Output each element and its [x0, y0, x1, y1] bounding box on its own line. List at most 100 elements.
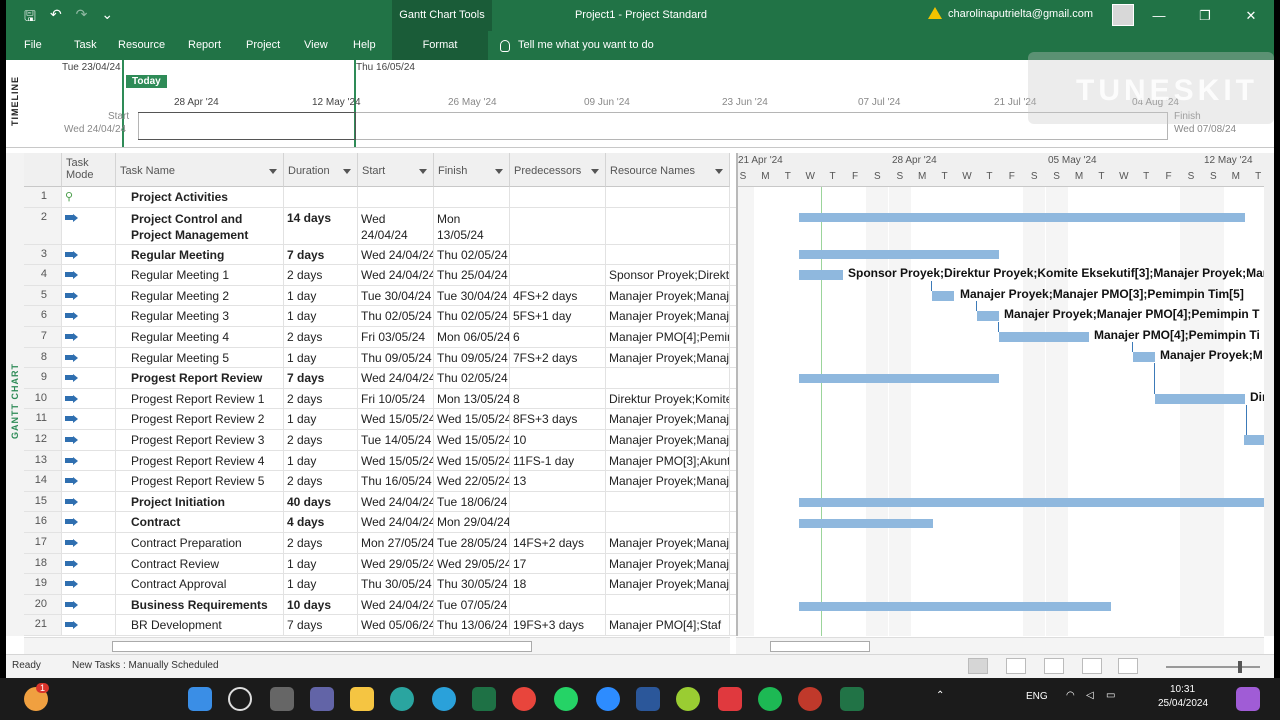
cell-name[interactable]: Progest Report Review 1	[116, 388, 284, 409]
tab-file[interactable]: File	[24, 31, 42, 60]
gantt-summary-bar[interactable]	[799, 213, 1245, 222]
spotify-icon[interactable]	[758, 687, 782, 711]
zoom-icon[interactable]	[596, 687, 620, 711]
cell-finish[interactable]: Mon 13/05/24	[434, 388, 510, 409]
cell-name[interactable]: Regular Meeting 2	[116, 285, 284, 306]
cell-finish[interactable]: Thu 09/05/24	[434, 347, 510, 368]
table-row[interactable]: 10 Progest Report Review 1 2 days Fri 10/05…	[24, 388, 748, 410]
cell-pred[interactable]	[510, 368, 606, 388]
cell-finish[interactable]: Thu 13/06/24	[434, 615, 510, 635]
cell-finish[interactable]: Thu 25/04/24	[434, 265, 510, 285]
cell-pred[interactable]	[510, 594, 606, 615]
cell-pred[interactable]: 4FS+2 days	[510, 285, 606, 306]
task-mode-cell[interactable]	[62, 574, 116, 594]
new-tasks-mode[interactable]: New Tasks : Manually Scheduled	[72, 660, 219, 671]
table-row[interactable]: 3 Regular Meeting 7 days Wed 24/04/24 Thu 02…	[24, 244, 748, 266]
header-start[interactable]: Start	[358, 153, 434, 187]
cell-duration[interactable]: 1 day	[284, 409, 358, 429]
cell-res[interactable]	[606, 512, 730, 532]
wifi-icon[interactable]: ◠	[1066, 690, 1075, 701]
cell-pred[interactable]	[510, 491, 606, 512]
cell-duration[interactable]: 14 days	[284, 207, 358, 244]
cell-res[interactable]	[606, 244, 730, 265]
cell-start[interactable]: Wed 24/04/24	[358, 512, 434, 532]
cell-res[interactable]: Manajer Proyek;Manajer	[606, 409, 730, 429]
filter-arrow-icon[interactable]	[269, 169, 277, 174]
cell-name[interactable]: Contract	[116, 512, 284, 532]
tab-view[interactable]: View	[304, 31, 328, 60]
table-row[interactable]: 16 Contract 4 days Wed 24/04/24 Mon 29/04/24	[24, 512, 748, 533]
cell-duration[interactable]: 1 day	[284, 553, 358, 574]
cell-duration[interactable]	[284, 187, 358, 207]
cell-finish[interactable]: Thu 02/05/24	[434, 306, 510, 326]
cell-name[interactable]: Progest Report Review 5	[116, 471, 284, 491]
table-row[interactable]: 9 Progest Report Review 7 days Wed 24/04/24…	[24, 368, 748, 389]
restore-button[interactable]: ❐	[1182, 0, 1228, 31]
cell-duration[interactable]: 2 days	[284, 471, 358, 491]
gantt-summary-bar[interactable]	[799, 374, 999, 383]
task-mode-cell[interactable]	[62, 285, 116, 306]
task-mode-cell[interactable]	[62, 207, 116, 244]
cell-duration[interactable]: 2 days	[284, 265, 358, 285]
cell-res[interactable]: Manajer Proyek;Manajer	[606, 553, 730, 574]
cell-name[interactable]: Business Requirements	[116, 594, 284, 615]
header-task-mode[interactable]: Task Mode	[62, 153, 116, 187]
app-icon[interactable]	[676, 687, 700, 711]
cell-res[interactable]: Manajer Proyek;Manajer	[606, 574, 730, 594]
tab-project[interactable]: Project	[246, 31, 280, 60]
cell-res[interactable]: Direktur Proyek;Komite	[606, 388, 730, 409]
cell-res[interactable]: Manajer Proyek;Manajer	[606, 430, 730, 450]
table-row[interactable]: 17 Contract Preparation 2 days Mon 27/05/24…	[24, 533, 748, 554]
cell-pred[interactable]: 17	[510, 553, 606, 574]
cell-finish[interactable]: Mon 13/05/24	[434, 207, 510, 244]
cell-start[interactable]: Thu 16/05/24	[358, 471, 434, 491]
cell-start[interactable]: Fri 10/05/24	[358, 388, 434, 409]
cell-name[interactable]: Project Control and Project Management	[116, 207, 284, 244]
filter-arrow-icon[interactable]	[343, 169, 351, 174]
cell-res[interactable]	[606, 368, 730, 388]
cell-start[interactable]: Wed 15/05/24	[358, 450, 434, 471]
gantt-task-bar[interactable]	[799, 270, 843, 280]
minimize-button[interactable]: —	[1136, 0, 1182, 31]
cell-start[interactable]: Wed 24/04/24	[358, 207, 434, 244]
filter-arrow-icon[interactable]	[419, 169, 427, 174]
task-mode-cell[interactable]: ⚲	[62, 187, 116, 207]
recorder-icon[interactable]	[718, 687, 742, 711]
cell-name[interactable]: Regular Meeting 4	[116, 327, 284, 347]
table-row[interactable]: 19 Contract Approval 1 day Thu 30/05/24 Thu …	[24, 574, 748, 595]
cell-name[interactable]: Progest Report Review 4	[116, 450, 284, 471]
cell-name[interactable]: Contract Review	[116, 553, 284, 574]
cell-start[interactable]: Wed 05/06/24	[358, 615, 434, 635]
task-mode-cell[interactable]	[62, 409, 116, 429]
cell-duration[interactable]: 1 day	[284, 306, 358, 326]
table-row[interactable]: 5 Regular Meeting 2 1 day Tue 30/04/24 Tue 3…	[24, 285, 748, 307]
account-info[interactable]: charolinaputrielta@gmail.com	[928, 7, 1093, 20]
gantt-summary-bar[interactable]	[799, 250, 999, 259]
cell-finish[interactable]: Tue 30/04/24	[434, 285, 510, 306]
header-task-name[interactable]: Task Name	[116, 153, 284, 187]
cell-name[interactable]: Contract Approval	[116, 574, 284, 594]
cell-res[interactable]: Sponsor Proyek;Direktur	[606, 265, 730, 285]
cell-res[interactable]: Manajer Proyek;Manajer	[606, 347, 730, 368]
gantt-chart-pane[interactable]: 21 Apr '24 28 Apr '24 05 May '24 12 May …	[736, 153, 1274, 636]
cell-start[interactable]: Wed 15/05/24	[358, 409, 434, 429]
cell-pred[interactable]: 19FS+3 days	[510, 615, 606, 635]
task-mode-cell[interactable]	[62, 471, 116, 491]
filter-arrow-icon[interactable]	[715, 169, 723, 174]
cell-name[interactable]: Progest Report Review 2	[116, 409, 284, 429]
scroll-thumb[interactable]	[112, 641, 532, 652]
cell-res[interactable]: Manajer PMO[4];Staf	[606, 615, 730, 635]
task-mode-cell[interactable]	[62, 306, 116, 326]
team-planner-view-button[interactable]	[1044, 658, 1064, 674]
cell-finish[interactable]: Thu 02/05/24	[434, 368, 510, 388]
table-row[interactable]: 4 Regular Meeting 1 2 days Wed 24/04/24 Thu …	[24, 265, 748, 286]
avatar[interactable]	[1112, 4, 1134, 26]
tab-help[interactable]: Help	[353, 31, 376, 60]
cell-pred[interactable]: 14FS+2 days	[510, 533, 606, 553]
gantt-task-bar[interactable]	[977, 311, 999, 321]
header-resource-names[interactable]: Resource Names	[606, 153, 730, 187]
gantt-task-bar[interactable]	[1133, 352, 1155, 362]
cell-res[interactable]: Manajer PMO[4];Pemimpin	[606, 327, 730, 347]
word-icon[interactable]	[636, 687, 660, 711]
task-mode-cell[interactable]	[62, 553, 116, 574]
